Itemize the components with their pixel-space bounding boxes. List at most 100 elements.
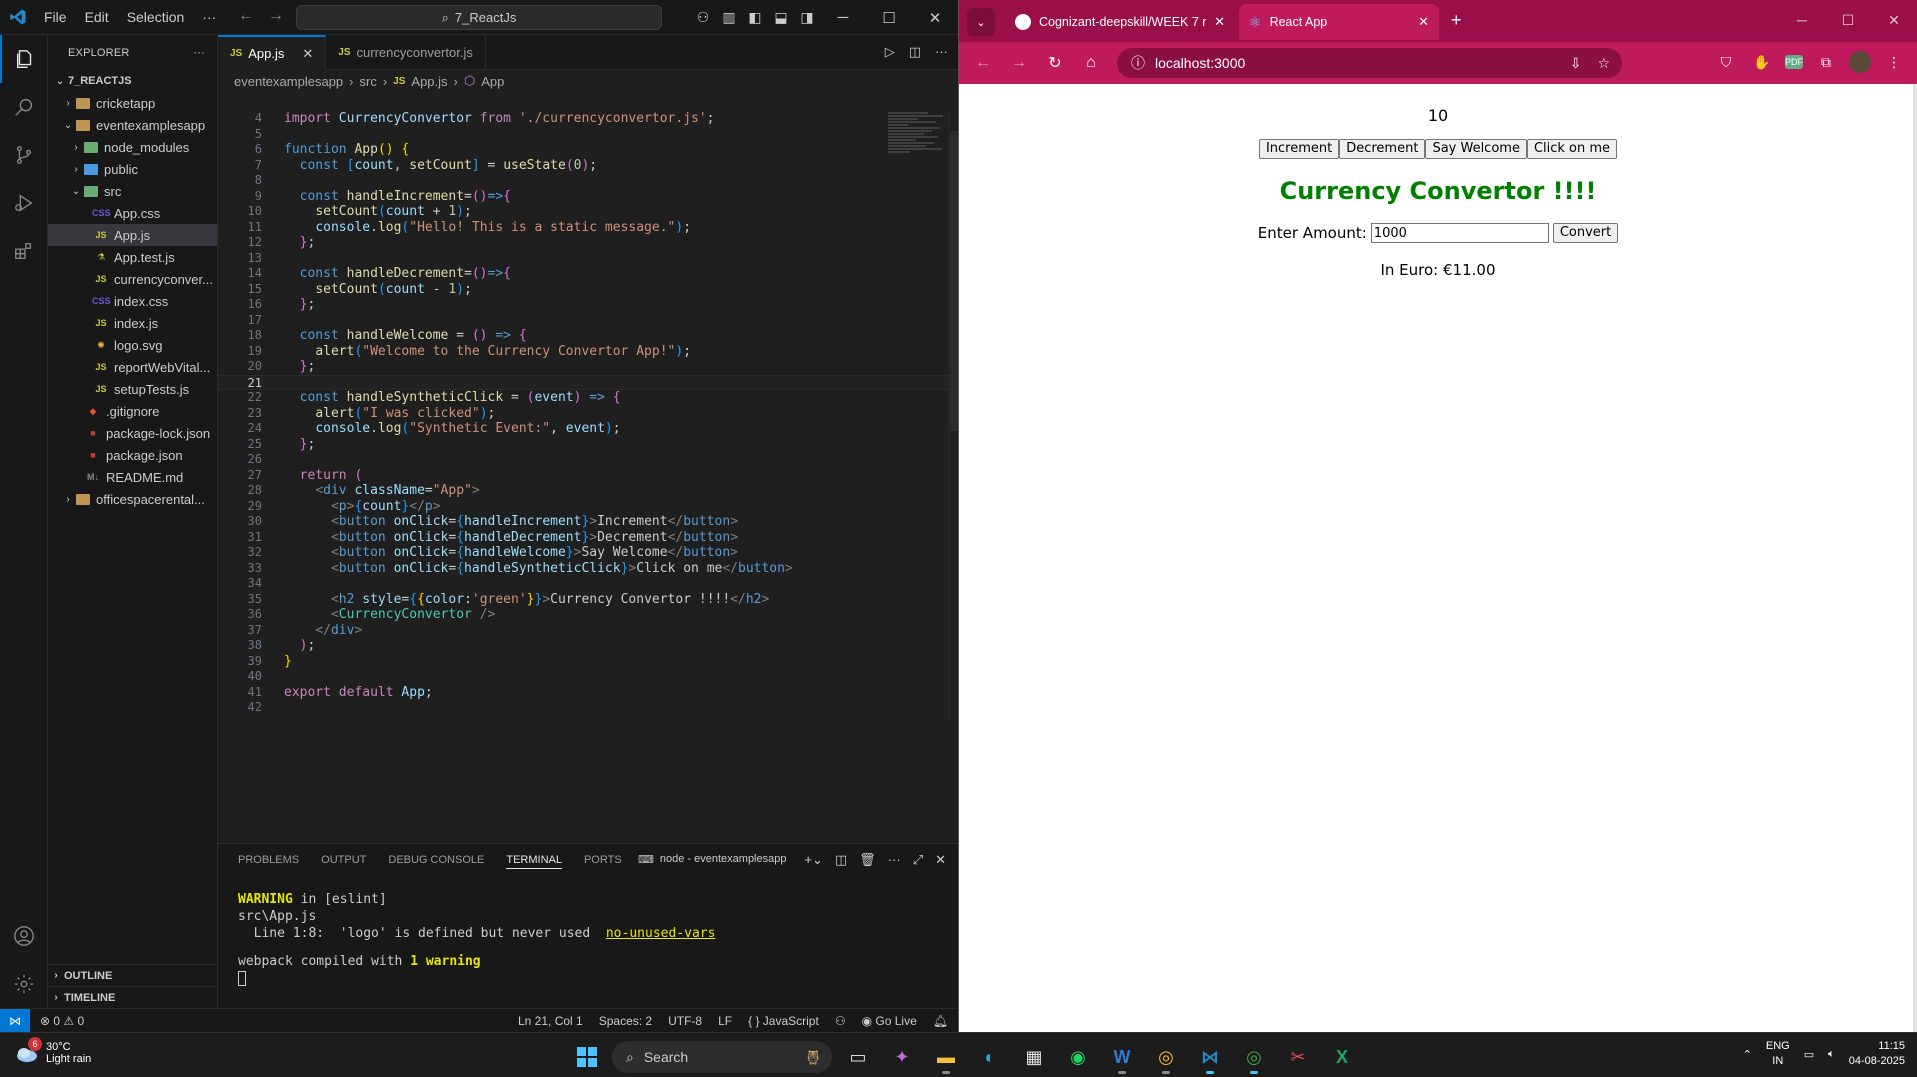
layout-icon[interactable]: ▥ — [716, 9, 742, 26]
site-info-icon[interactable]: ⓘ — [1131, 53, 1145, 73]
breadcrumb-item[interactable]: App — [481, 74, 504, 89]
extensions-puzzle-icon[interactable]: ⧉ — [1813, 49, 1839, 75]
tree-file[interactable]: JS reportWebVital... — [48, 356, 217, 378]
encoding[interactable]: UTF-8 — [668, 1014, 702, 1028]
explorer-more-icon[interactable]: ··· — [193, 47, 205, 59]
menu-item-3[interactable]: ··· — [193, 0, 225, 35]
chrome-menu-icon[interactable]: ⋮ — [1881, 49, 1907, 75]
split-terminal-icon[interactable]: ◫ — [835, 852, 847, 868]
panel-tab-output[interactable]: OUTPUT — [321, 854, 366, 869]
snipping-tool-icon[interactable]: ✂ — [1280, 1039, 1316, 1075]
forward-arrow-icon[interactable]: → — [268, 7, 284, 25]
notifications-bell-icon[interactable]: 🔔︎ — [933, 1014, 948, 1028]
menu-item-2[interactable]: Selection — [118, 0, 194, 35]
spotify-icon[interactable]: ◉ — [1060, 1039, 1096, 1075]
outline-section[interactable]: › OUTLINE — [48, 964, 218, 986]
problems-indicator[interactable]: ⊗ 0 ⚠ 0 — [30, 1014, 84, 1028]
code-editor[interactable]: 4 import CurrencyConvertor from './curren… — [218, 111, 958, 723]
more-actions-icon[interactable]: ··· — [935, 44, 948, 60]
tab-close-icon[interactable]: ✕ — [1214, 14, 1225, 30]
task-view-icon[interactable]: ▭ — [840, 1039, 876, 1075]
breadcrumb-item[interactable]: eventexamplesapp — [234, 74, 343, 89]
taskbar-search[interactable]: ⌕ Search 🦉︎ — [612, 1041, 832, 1073]
breadcrumb-item[interactable]: src — [359, 74, 376, 89]
source-control-icon[interactable] — [0, 131, 48, 179]
decrement-button[interactable]: Decrement — [1339, 139, 1426, 159]
language-mode[interactable]: { } JavaScript — [748, 1014, 819, 1028]
toggle-secondary-sidebar-icon[interactable]: ◨ — [794, 9, 820, 26]
tab-github[interactable]: Cognizant-deepskill/WEEK 7 re ✕ — [1005, 4, 1235, 40]
tree-file[interactable]: ■ package.json — [48, 444, 217, 466]
breadcrumb-item[interactable]: App.js — [411, 74, 447, 89]
copilot-app-icon[interactable]: ✦ — [884, 1039, 920, 1075]
tab-close-icon[interactable]: ✕ — [1418, 14, 1429, 30]
amount-input[interactable] — [1370, 223, 1549, 243]
back-arrow-icon[interactable]: ← — [969, 49, 997, 77]
excel-icon[interactable]: X — [1324, 1039, 1360, 1075]
tree-folder[interactable]: ⌄ 7_REACTJS — [48, 70, 217, 92]
tree-file[interactable]: CSS App.css — [48, 202, 217, 224]
tree-file[interactable]: M↓ README.md — [48, 466, 217, 488]
install-app-icon[interactable]: ⇩ — [1570, 55, 1582, 72]
tree-file[interactable]: JS setupTests.js — [48, 378, 217, 400]
explorer-icon[interactable] — [0, 35, 48, 83]
command-center-search[interactable]: ⌕ 7_ReactJs — [296, 5, 662, 30]
reload-icon[interactable]: ↻ — [1041, 49, 1069, 77]
ms-store-icon[interactable]: ▦ — [1016, 1039, 1052, 1075]
volume-icon[interactable]: 🔈︎ — [1828, 1048, 1835, 1061]
forward-arrow-icon[interactable]: → — [1005, 49, 1033, 77]
chrome-profile-app-icon[interactable]: ◎ — [1236, 1039, 1272, 1075]
bookmark-star-icon[interactable]: ☆ — [1597, 55, 1610, 72]
address-bar[interactable]: ⓘ localhost:3000 ⇩ ☆ — [1117, 48, 1622, 78]
timeline-section[interactable]: › TIMELINE — [48, 986, 218, 1008]
close-button[interactable]: ✕ — [912, 9, 958, 27]
tree-folder[interactable]: › officespacerental... — [48, 488, 217, 510]
split-editor-icon[interactable]: ◫ — [909, 44, 921, 60]
tree-folder[interactable]: › node_modules — [48, 136, 217, 158]
tab-close-icon[interactable]: ✕ — [302, 46, 313, 62]
convert-button[interactable]: Convert — [1552, 223, 1619, 243]
say-welcome-button[interactable]: Say Welcome — [1425, 139, 1527, 159]
panel-tab-terminal[interactable]: TERMINAL — [506, 854, 562, 869]
network-icon[interactable]: ▭ — [1804, 1048, 1814, 1061]
extensions-icon[interactable] — [0, 227, 48, 275]
toggle-sidebar-icon[interactable]: ◧ — [742, 9, 768, 26]
close-panel-icon[interactable]: ✕ — [935, 852, 946, 868]
terminal-output[interactable]: WARNING in [eslint] src\App.js Line 1:8:… — [218, 879, 958, 999]
page-scrollbar[interactable] — [1913, 84, 1917, 1032]
chrome-app-icon[interactable]: ◎ — [1148, 1039, 1184, 1075]
menu-item-0[interactable]: File — [35, 0, 76, 35]
lint-rule-link[interactable]: no-unused-vars — [606, 926, 716, 941]
tree-file[interactable]: ✺ logo.svg — [48, 334, 217, 356]
tree-file[interactable]: ◆ .gitignore — [48, 400, 217, 422]
menu-item-1[interactable]: Edit — [76, 0, 118, 35]
account-icon[interactable] — [0, 912, 48, 960]
terminal-selector[interactable]: ⌨ node - eventexamplesapp — [638, 853, 786, 866]
search-icon[interactable] — [0, 83, 48, 131]
tree-file[interactable]: JS currencyconver... — [48, 268, 217, 290]
tree-file[interactable]: ⚗ App.test.js — [48, 246, 217, 268]
editor-scrollbar[interactable] — [948, 111, 958, 723]
tab-react-app[interactable]: ⚛ React App ✕ — [1239, 4, 1439, 40]
run-icon[interactable]: ▷ — [885, 44, 895, 60]
pdf-extension-icon[interactable]: PDF — [1785, 55, 1803, 69]
maximize-panel-icon[interactable]: ⤢ — [913, 852, 923, 868]
scrollbar-thumb[interactable] — [950, 131, 958, 431]
tree-file[interactable]: ■ package-lock.json — [48, 422, 217, 444]
minimap[interactable] — [888, 111, 948, 191]
indentation[interactable]: Spaces: 2 — [599, 1014, 652, 1028]
more-icon[interactable]: ··· — [888, 852, 901, 868]
tree-file[interactable]: CSS index.css — [48, 290, 217, 312]
run-debug-icon[interactable] — [0, 179, 48, 227]
tree-folder[interactable]: ⌄ src — [48, 180, 217, 202]
shield-extension-icon[interactable]: ⛉ — [1713, 49, 1739, 75]
back-arrow-icon[interactable]: ← — [238, 7, 254, 25]
panel-tab-problems[interactable]: PROBLEMS — [238, 854, 299, 869]
editor-tab[interactable]: JS App.js ✕ — [218, 35, 327, 70]
edge-icon[interactable]: ◐ — [972, 1039, 1008, 1075]
home-icon[interactable]: ⌂ — [1077, 49, 1105, 77]
new-tab-icon[interactable]: + — [1451, 10, 1462, 31]
minimize-button[interactable]: ─ — [820, 9, 866, 26]
file-explorer-icon[interactable]: ▬ — [928, 1039, 964, 1075]
weather-widget[interactable]: 6 30°C Light rain — [14, 1037, 91, 1067]
